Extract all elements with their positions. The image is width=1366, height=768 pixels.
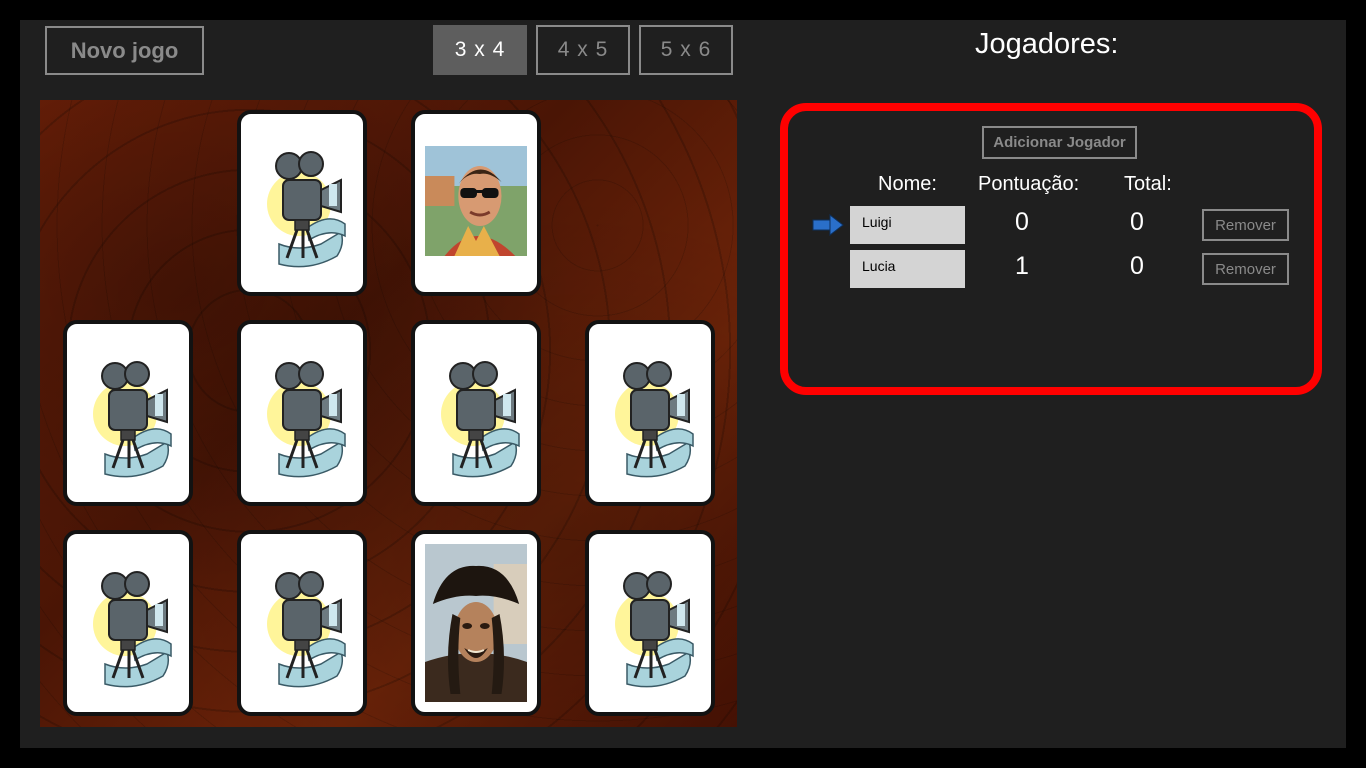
player-name-field[interactable]: Lucia xyxy=(850,250,965,288)
size-5x6-button[interactable]: 5 x 6 xyxy=(639,25,733,75)
size-4x5-button[interactable]: 4 x 5 xyxy=(536,25,630,75)
memory-card[interactable] xyxy=(237,530,367,716)
memory-card[interactable] xyxy=(237,320,367,506)
player-name-field[interactable]: Luigi xyxy=(850,206,965,244)
player-total: 0 xyxy=(1130,252,1144,280)
memory-card[interactable] xyxy=(63,530,193,716)
game-board xyxy=(40,100,737,727)
memory-card-face-up[interactable] xyxy=(411,530,541,716)
memory-card[interactable] xyxy=(585,320,715,506)
film-camera-icon xyxy=(613,360,695,479)
player-row: Lucia 1 0 Remover xyxy=(788,250,1314,288)
man-sunglasses-photo xyxy=(425,146,527,256)
film-camera-icon xyxy=(613,570,695,689)
memory-card[interactable] xyxy=(237,110,367,296)
app-window: Novo jogo 3 x 4 4 x 5 5 x 6 Jogadores: A… xyxy=(20,20,1346,748)
film-camera-icon xyxy=(91,570,173,689)
player-score: 0 xyxy=(1015,208,1029,236)
player-score: 1 xyxy=(1015,252,1029,280)
arrow-right-icon xyxy=(812,214,844,236)
remove-player-button[interactable]: Remover xyxy=(1202,209,1289,241)
film-camera-icon xyxy=(91,360,173,479)
size-3x4-button[interactable]: 3 x 4 xyxy=(433,25,527,75)
players-panel: Adicionar Jogador Nome: Pontuação: Total… xyxy=(780,103,1322,395)
player-row: Luigi 0 0 Remover xyxy=(788,206,1314,244)
film-camera-icon xyxy=(265,570,347,689)
pirate-photo xyxy=(425,544,527,702)
name-column-header: Nome: xyxy=(878,173,937,195)
players-title: Jogadores: xyxy=(975,28,1119,60)
total-column-header: Total: xyxy=(1124,173,1172,195)
memory-card[interactable] xyxy=(411,320,541,506)
memory-card-face-up[interactable] xyxy=(411,110,541,296)
film-camera-icon xyxy=(265,360,347,479)
score-column-header: Pontuação: xyxy=(978,173,1080,195)
add-player-button[interactable]: Adicionar Jogador xyxy=(982,126,1137,159)
film-camera-icon xyxy=(439,360,521,479)
new-game-button[interactable]: Novo jogo xyxy=(45,26,204,75)
memory-card[interactable] xyxy=(63,320,193,506)
memory-card[interactable] xyxy=(585,530,715,716)
remove-player-button[interactable]: Remover xyxy=(1202,253,1289,285)
film-camera-icon xyxy=(265,150,347,269)
player-total: 0 xyxy=(1130,208,1144,236)
